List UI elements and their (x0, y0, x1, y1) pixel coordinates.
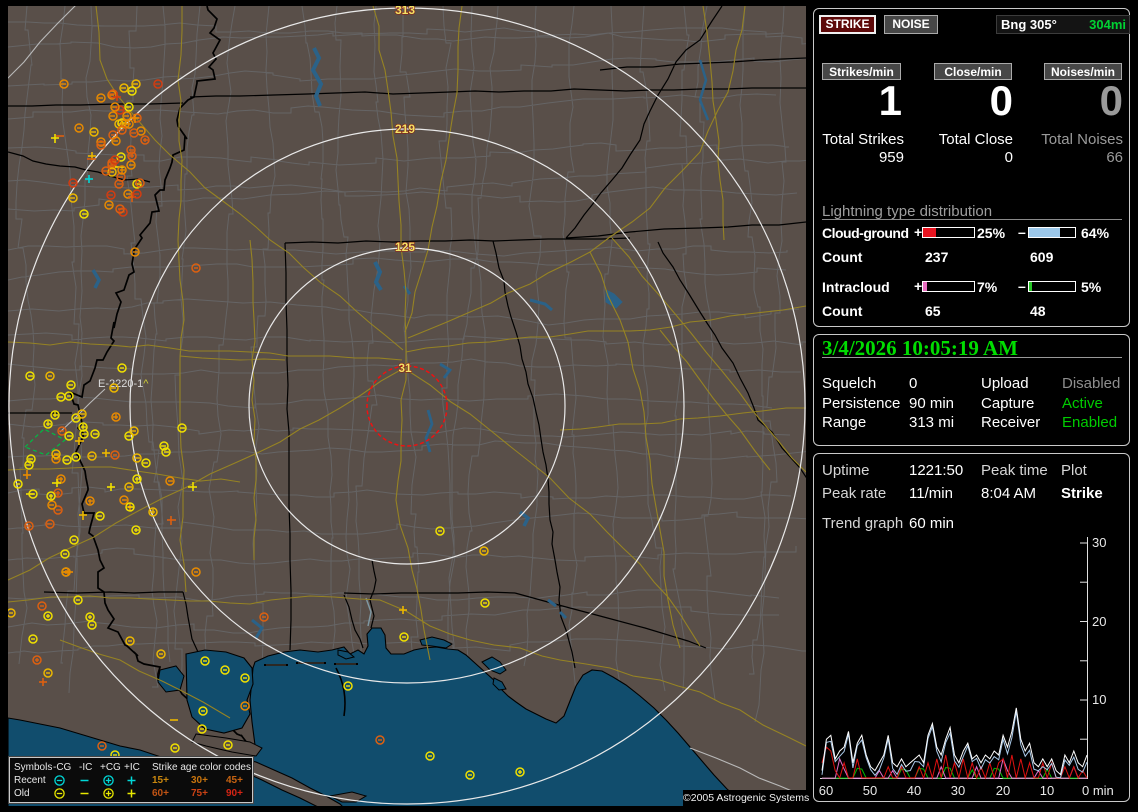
svg-text:20: 20 (1092, 614, 1106, 629)
svg-text:0 min: 0 min (1082, 783, 1114, 798)
svg-text:219: 219 (395, 122, 415, 136)
svg-text:60: 60 (819, 783, 833, 798)
svg-text:30: 30 (1092, 535, 1106, 550)
svg-text:20: 20 (996, 783, 1010, 798)
svg-text:31: 31 (398, 361, 412, 375)
svg-text:10: 10 (1040, 783, 1054, 798)
svg-text:30: 30 (951, 783, 965, 798)
svg-text:50: 50 (863, 783, 877, 798)
svg-text:125: 125 (395, 240, 415, 254)
svg-text:10: 10 (1092, 692, 1106, 707)
svg-text:313: 313 (395, 6, 415, 17)
svg-text:40: 40 (907, 783, 921, 798)
svg-text:E-2220-1^: E-2220-1^ (98, 378, 149, 390)
